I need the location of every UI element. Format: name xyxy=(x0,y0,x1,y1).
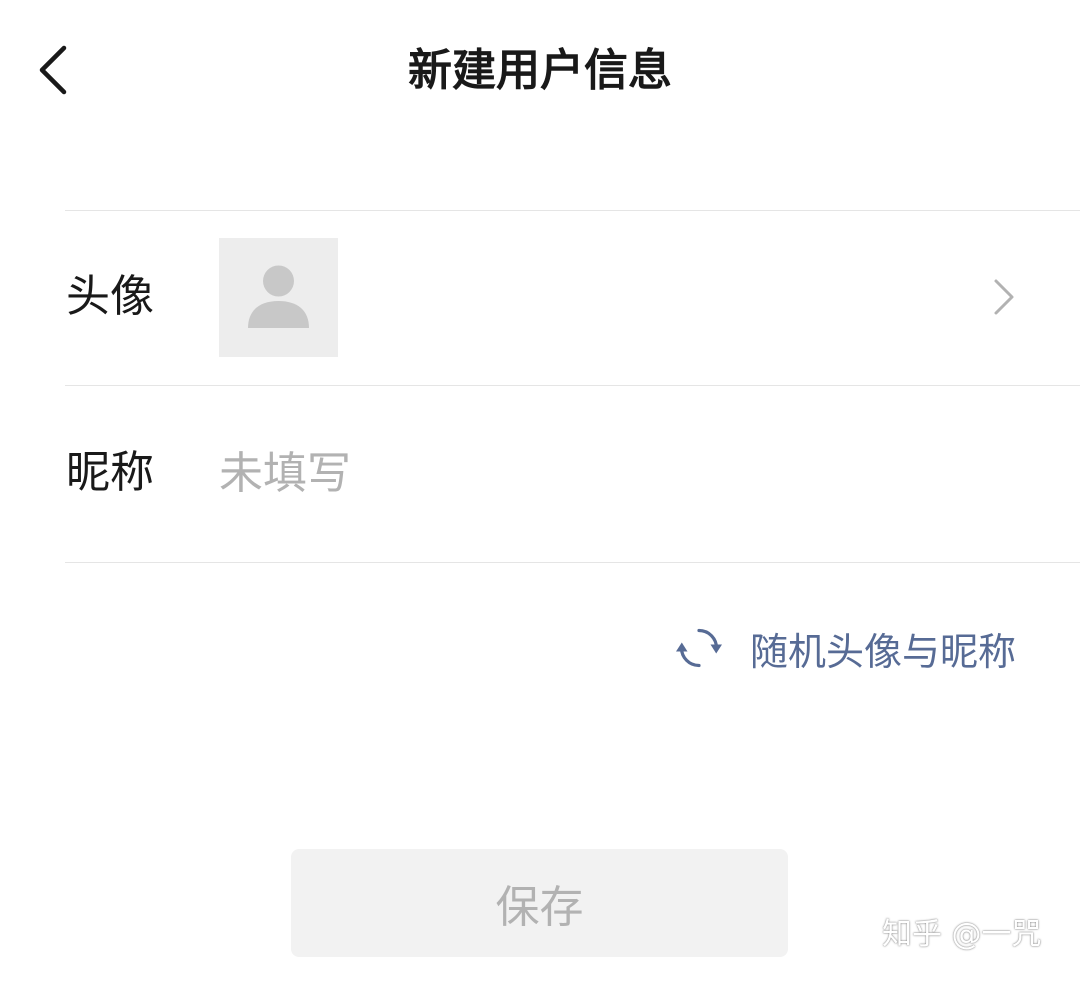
page-title: 新建用户信息 xyxy=(408,45,672,96)
nickname-label: 昵称 xyxy=(66,447,154,498)
random-link-label: 随机头像与昵称 xyxy=(750,629,1017,674)
save-button[interactable]: 保存 xyxy=(291,849,788,957)
refresh-icon xyxy=(676,628,722,668)
chevron-right-icon xyxy=(994,279,1014,315)
nickname-row: 昵称 xyxy=(0,386,1080,561)
divider xyxy=(65,562,1080,563)
nickname-input[interactable] xyxy=(219,443,999,503)
random-avatar-nickname-link[interactable]: 随机头像与昵称 xyxy=(676,620,1016,676)
avatar-label: 头像 xyxy=(66,271,154,322)
avatar-placeholder[interactable] xyxy=(219,238,338,357)
avatar-row[interactable]: 头像 xyxy=(0,211,1080,384)
watermark: 知乎 @一咒 xyxy=(882,917,1042,952)
user-silhouette-icon xyxy=(248,265,309,328)
